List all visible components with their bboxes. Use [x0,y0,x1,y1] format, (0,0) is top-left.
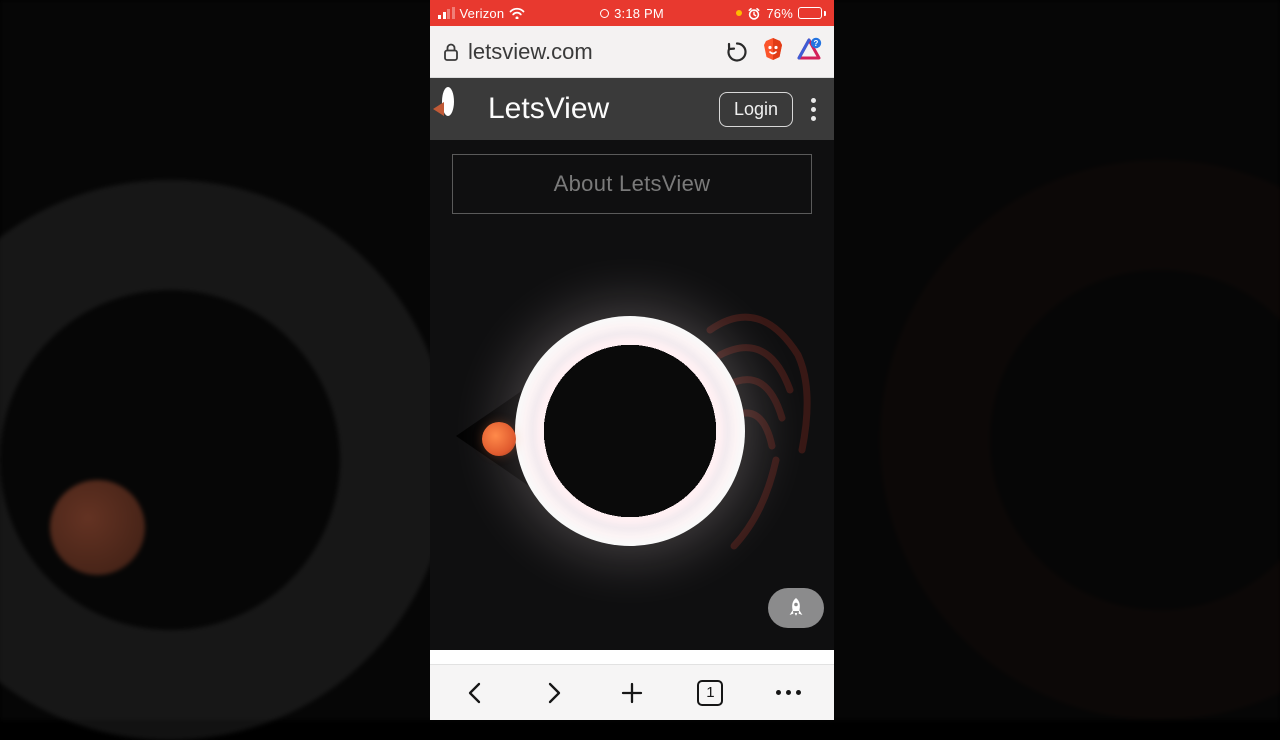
reload-button[interactable] [724,39,750,65]
screen-record-icon [600,9,609,18]
back-button[interactable] [455,673,495,713]
hero-ring-inner [515,316,745,546]
site-title: LetsView [488,92,705,126]
forward-button[interactable] [534,673,574,713]
browser-bottom-nav: 1 [430,664,834,720]
cell-signal-icon [438,7,455,19]
wifi-icon [509,7,525,19]
hero-graphic [430,240,834,650]
clock-label: 3:18 PM [614,6,664,21]
status-bar: Verizon 3:18 PM 76% [430,0,834,26]
new-tab-button[interactable] [612,673,652,713]
extension-icon[interactable]: ? [796,36,822,67]
about-button[interactable]: About LetsView [452,154,812,214]
tab-count-label: 1 [697,680,723,706]
status-right: 76% [697,6,826,21]
site-header: LetsView Login [430,78,834,140]
status-center: 3:18 PM [567,6,696,21]
hero-orange-dot [482,422,516,456]
indicator-dot-icon [736,10,742,16]
page-content: About LetsView [430,140,834,650]
battery-pct-label: 76% [766,6,793,21]
more-dots-icon [776,690,801,695]
page-bottom-strip [430,650,834,664]
bg-ring-right [880,160,1280,720]
more-button[interactable] [769,673,809,713]
url-field[interactable]: letsview.com [442,39,714,65]
svg-text:?: ? [814,39,819,48]
menu-kebab-icon[interactable] [807,94,820,125]
url-text: letsview.com [468,39,593,65]
status-left: Verizon [438,6,567,21]
login-button[interactable]: Login [719,92,793,127]
tabs-button[interactable]: 1 [690,673,730,713]
phone-frame: Verizon 3:18 PM 76% letsvie [430,0,834,720]
alarm-icon [747,7,761,20]
carrier-label: Verizon [460,6,505,21]
browser-address-bar: letsview.com ? [430,26,834,78]
lock-icon [442,42,460,62]
bg-dot-left [50,480,145,575]
bg-ring-left [0,180,450,740]
scroll-top-button[interactable] [768,588,824,628]
rocket-icon [786,596,806,620]
battery-icon [798,7,826,19]
brave-shield-icon[interactable] [760,36,786,67]
letsview-logo-icon[interactable] [442,93,474,125]
